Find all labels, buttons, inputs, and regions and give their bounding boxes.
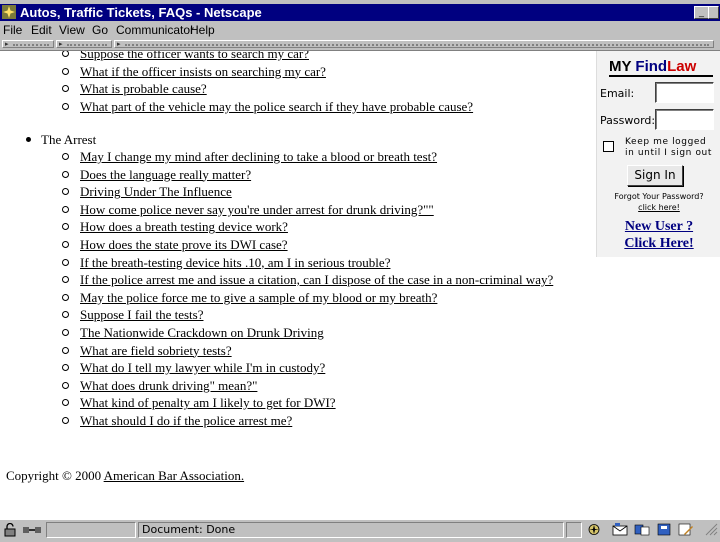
list-item: What are field sobriety tests? <box>62 342 562 360</box>
myfindlaw-logo: MY FindLaw <box>609 58 713 77</box>
list-item: What is probable cause? <box>62 80 562 98</box>
list-item: If the police arrest me and issue a cita… <box>62 271 562 289</box>
location-toolbar-grip[interactable]: ▸ <box>56 40 112 48</box>
maximize-button[interactable] <box>708 6 719 19</box>
menu-go[interactable]: Go <box>92 23 108 37</box>
bullet-icon <box>26 137 31 143</box>
keep-logged-in-label: Keep me logged in until I sign out <box>625 137 712 158</box>
aba-link[interactable]: American Bar Association. <box>104 468 244 483</box>
logo-law: Law <box>667 58 697 75</box>
list-item: The Nationwide Crackdown on Drunk Drivin… <box>62 324 562 342</box>
mail-icon[interactable] <box>612 523 628 536</box>
tray-resize-icon <box>702 523 718 536</box>
arrest-section-heading: The Arrest <box>26 131 96 148</box>
logo-find: Find <box>635 58 668 75</box>
list-item: May I change my mind after declining to … <box>62 148 562 166</box>
logo-my: MY <box>609 58 636 75</box>
copyright-line: Copyright © 2000 American Bar Associatio… <box>6 467 244 485</box>
email-field[interactable] <box>655 82 714 103</box>
status-divider <box>566 522 582 538</box>
faq-link[interactable]: If the breath-testing device hits .10, a… <box>80 255 390 270</box>
page-content: Suppose the officer wants to search my c… <box>0 51 720 519</box>
address-book-icon[interactable] <box>656 523 672 536</box>
faq-link[interactable]: What part of the vehicle may the police … <box>80 99 473 114</box>
menu-help[interactable]: Help <box>190 23 215 37</box>
status-bar: Document: Done <box>0 519 720 541</box>
personal-toolbar-grip[interactable]: ▸ <box>114 40 714 48</box>
menu-view[interactable]: View <box>59 23 85 37</box>
minimize-button[interactable]: _ <box>694 6 709 19</box>
faq-link[interactable]: If the police arrest me and issue a cita… <box>80 272 553 287</box>
navigator-icon[interactable] <box>586 523 602 536</box>
menu-bar: File Edit View Go Communicator Help <box>0 21 720 39</box>
faq-link[interactable]: What kind of penalty am I likely to get … <box>80 395 336 410</box>
list-item: How does the state prove its DWI case? <box>62 236 562 254</box>
connection-icon <box>22 523 42 537</box>
faq-link[interactable]: What if the officer insists on searching… <box>80 64 326 79</box>
list-item: If the breath-testing device hits .10, a… <box>62 254 562 272</box>
keep-logged-in-checkbox[interactable] <box>603 141 614 152</box>
arrest-faq-list: May I change my mind after declining to … <box>62 148 562 430</box>
new-user-promo: New User ? Click Here! <box>597 218 720 252</box>
email-label: Email: <box>600 87 635 100</box>
findlaw-login-panel: MY FindLaw Email: Password: Keep me logg… <box>596 51 720 257</box>
navigation-toolbar-grip[interactable]: ▸ <box>2 40 54 48</box>
faq-link[interactable]: What are field sobriety tests? <box>80 343 232 358</box>
faq-link[interactable]: Driving Under The Influence <box>80 184 232 199</box>
faq-link[interactable]: What is probable cause? <box>80 81 207 96</box>
faq-link[interactable]: Suppose I fail the tests? <box>80 307 203 322</box>
forgot-password: Forgot Your Password? click here! <box>597 191 720 213</box>
security-lock-icon[interactable] <box>3 522 17 537</box>
list-item: What kind of penalty am I likely to get … <box>62 394 562 412</box>
menu-file[interactable]: File <box>3 23 22 37</box>
netscape-logo-icon <box>2 5 16 19</box>
list-item: Does the language really matter? <box>62 166 562 184</box>
list-item: Suppose the officer wants to search my c… <box>62 51 562 63</box>
faq-link[interactable]: Suppose the officer wants to search my c… <box>80 51 309 61</box>
search-faq-list: Suppose the officer wants to search my c… <box>62 51 562 115</box>
faq-main: Suppose the officer wants to search my c… <box>0 51 596 519</box>
faq-link[interactable]: How does the state prove its DWI case? <box>80 237 288 252</box>
list-item: May the police force me to give a sample… <box>62 289 562 307</box>
list-item: What part of the vehicle may the police … <box>62 98 562 116</box>
list-item: How come police never say you're under a… <box>62 201 562 219</box>
list-item: What should I do if the police arrest me… <box>62 412 562 430</box>
faq-link[interactable]: What should I do if the police arrest me… <box>80 413 292 428</box>
newsgroups-icon[interactable] <box>634 523 650 536</box>
new-user-link[interactable]: New User ? <box>597 218 720 235</box>
faq-link[interactable]: What does drunk driving" mean?" <box>80 378 257 393</box>
forgot-password-text: Forgot Your Password? <box>614 192 704 201</box>
menu-communicator[interactable]: Communicator <box>116 23 194 37</box>
click-here-link[interactable]: Click Here! <box>597 235 720 252</box>
list-item: Driving Under The Influence <box>62 183 562 201</box>
menu-edit[interactable]: Edit <box>31 23 52 37</box>
list-item: What if the officer insists on searching… <box>62 63 562 81</box>
window-title: Autos, Traffic Tickets, FAQs - Netscape <box>20 5 262 20</box>
progress-panel <box>46 522 136 538</box>
faq-link[interactable]: The Nationwide Crackdown on Drunk Drivin… <box>80 325 324 340</box>
faq-link[interactable]: How come police never say you're under a… <box>80 202 434 217</box>
list-item: How does a breath testing device work? <box>62 218 562 236</box>
sign-in-button[interactable]: Sign In <box>627 165 683 186</box>
arrest-heading-text: The Arrest <box>41 132 97 147</box>
toolbar-grips: ▸ ▸ ▸ <box>0 39 720 51</box>
faq-link[interactable]: May the police force me to give a sample… <box>80 290 437 305</box>
title-bar: Autos, Traffic Tickets, FAQs - Netscape … <box>0 4 720 21</box>
composer-icon[interactable] <box>678 523 694 536</box>
list-item: What does drunk driving" mean?" <box>62 377 562 395</box>
faq-link[interactable]: Does the language really matter? <box>80 167 251 182</box>
password-field[interactable] <box>655 109 714 130</box>
status-text: Document: Done <box>142 523 236 536</box>
faq-link[interactable]: How does a breath testing device work? <box>80 219 288 234</box>
list-item: What do I tell my lawyer while I'm in cu… <box>62 359 562 377</box>
forgot-password-link[interactable]: click here! <box>597 202 720 213</box>
list-item: Suppose I fail the tests? <box>62 306 562 324</box>
copyright-text: Copyright © 2000 <box>6 468 104 483</box>
password-label: Password: <box>600 114 656 127</box>
faq-link[interactable]: What do I tell my lawyer while I'm in cu… <box>80 360 325 375</box>
faq-link[interactable]: May I change my mind after declining to … <box>80 149 437 164</box>
